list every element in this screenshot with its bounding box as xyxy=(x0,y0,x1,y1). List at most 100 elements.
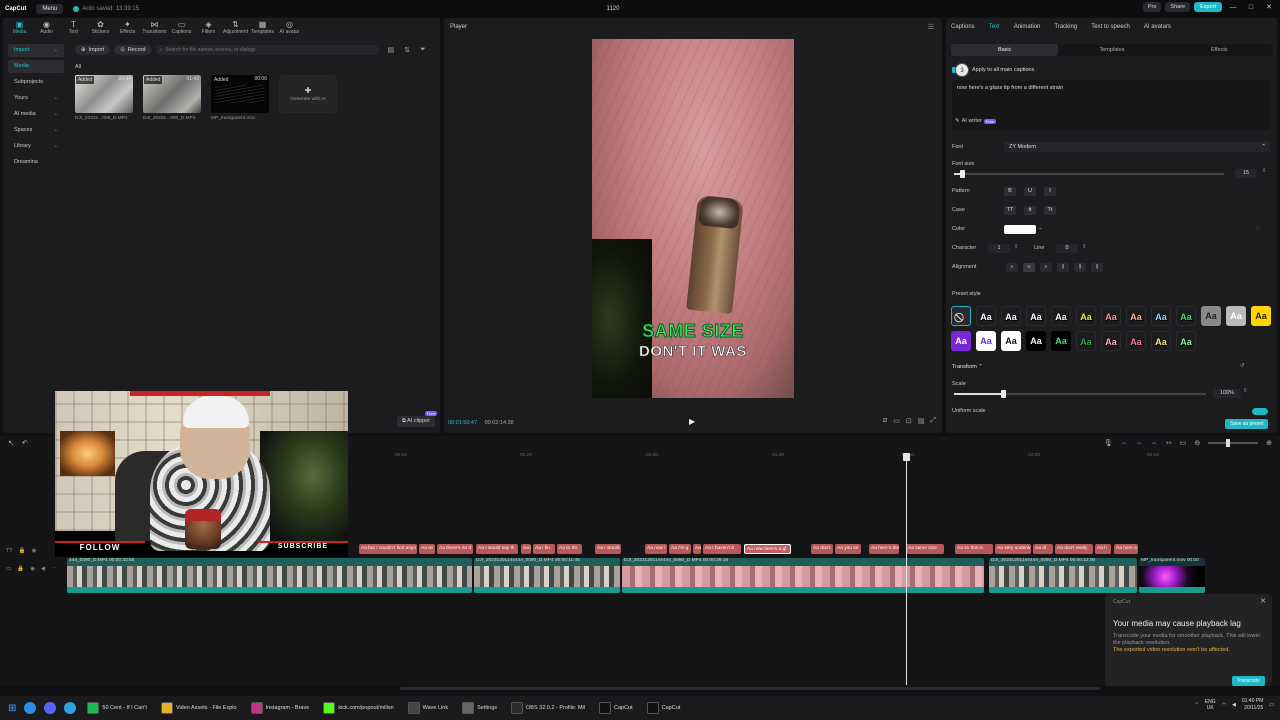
all-filter-label[interactable]: All xyxy=(75,64,81,70)
tab-effects[interactable]: ✦ Effects xyxy=(115,20,140,37)
align-top-icon[interactable]: ⫼ xyxy=(1057,263,1069,272)
search-input[interactable] xyxy=(165,47,366,53)
taskbar-app[interactable]: Settings xyxy=(459,702,500,714)
grid-view-icon[interactable]: ▤ xyxy=(388,46,395,54)
play-button[interactable]: ▶ xyxy=(689,417,695,426)
preset-style-item[interactable]: Aa xyxy=(1151,306,1171,326)
ai-writer-button[interactable]: ✎ AI writer Free xyxy=(955,118,997,124)
caption-clip[interactable]: Aa same size xyxy=(906,544,944,554)
scale-input[interactable]: 100% xyxy=(1213,389,1241,398)
caption-clip[interactable]: Aa don't xyxy=(811,544,833,554)
sidebar-item-import[interactable]: Import ⌄ xyxy=(8,44,64,57)
lock-icon[interactable]: 🔒 xyxy=(17,566,24,572)
preview-axis-icon[interactable]: ⇔ xyxy=(1151,440,1158,447)
tab-animation[interactable]: Animation xyxy=(1014,24,1041,30)
caption-text-field[interactable]: now here's a glass tip from a different … xyxy=(952,80,1270,130)
no-preset-button[interactable]: ⃠ xyxy=(951,306,971,326)
quality-icon[interactable]: ▤ xyxy=(918,417,925,425)
tab-audio[interactable]: ◉ Audio xyxy=(34,20,59,37)
lowercase-button[interactable]: tt xyxy=(1024,206,1036,215)
menu-button[interactable]: Menu xyxy=(36,3,64,14)
tab-transitions[interactable]: ⋈ Transitions xyxy=(142,20,167,37)
ratio-icon[interactable]: ▭ xyxy=(893,417,900,425)
select-tool-icon[interactable]: ↖ xyxy=(8,439,14,447)
undo-icon[interactable]: ↶ xyxy=(22,439,28,447)
preset-style-item[interactable]: Aa xyxy=(1001,306,1021,326)
caption-clip[interactable]: Aa very underw xyxy=(995,544,1031,554)
player-menu-icon[interactable]: ☰ xyxy=(928,23,934,31)
media-thumbnail[interactable]: Added 00:06 xyxy=(211,75,269,113)
subtab-effects[interactable]: Effects xyxy=(1166,44,1273,56)
ai-clipper-button[interactable]: ⧉ AI clipper Free xyxy=(397,411,438,427)
playhead[interactable] xyxy=(903,453,910,685)
video-clip[interactable]: 444_0090_D.MP4 00:00:33:55 xyxy=(67,558,472,593)
preset-style-item[interactable]: Aa xyxy=(1101,306,1121,326)
snap-icon[interactable]: ⇔ xyxy=(1136,440,1143,447)
notifications-icon[interactable]: ▭ xyxy=(1269,702,1274,708)
sidebar-item-spaces[interactable]: Spaces ⌄ xyxy=(8,124,64,137)
media-item[interactable]: Added 01:42 DJI_20231...090_D.MP4 xyxy=(143,75,201,121)
video-clip[interactable]: DJI_20231201144444_0090_D.MP4 00:00:12:0… xyxy=(989,558,1137,593)
caption-clip[interactable]: Aa here's the xyxy=(869,544,899,554)
caption-clip[interactable]: Aa now here's a gl xyxy=(744,544,791,554)
tab-captions[interactable]: Captions xyxy=(951,24,975,30)
discord-icon[interactable] xyxy=(44,702,57,714)
caption-clip[interactable]: Aa here a xyxy=(1114,544,1138,554)
sidebar-item-ai-media[interactable]: AI media ⌄ xyxy=(8,108,64,121)
filter-icon[interactable]: ⏷ xyxy=(420,46,426,54)
taskbar-app[interactable]: Wave Link xyxy=(405,702,451,714)
sidebar-item-subprojects[interactable]: Subprojects xyxy=(8,76,64,89)
sidebar-item-library[interactable]: Library ⌄ xyxy=(8,140,64,153)
caption-clip[interactable]: Aa i xyxy=(521,544,531,554)
taskbar-app[interactable]: CapCut xyxy=(644,702,684,714)
tab-adjustment[interactable]: ⇅ Adjustment xyxy=(223,20,248,37)
edge-icon[interactable] xyxy=(24,702,37,714)
audio-icon[interactable]: ◀ xyxy=(41,566,45,572)
media-thumbnail[interactable]: Added 01:42 xyxy=(143,75,201,113)
reset-icon[interactable]: ↺ xyxy=(1240,363,1245,369)
share-button[interactable]: Share xyxy=(1165,2,1191,12)
preset-style-item[interactable]: Aa xyxy=(951,331,971,351)
bold-button[interactable]: B xyxy=(1004,187,1016,196)
caption-clip[interactable]: Aa now i xyxy=(645,544,667,554)
language-indicator[interactable]: ENG UK xyxy=(1205,699,1216,711)
export-button[interactable]: Export xyxy=(1194,2,1222,12)
tab-ai-avatar[interactable]: ◎ AI avatar xyxy=(277,20,302,37)
font-select[interactable]: ZY Modern ⌃ xyxy=(1004,142,1270,152)
project-title[interactable]: 1120 xyxy=(600,6,626,12)
save-as-preset-button[interactable]: Save as preset xyxy=(1225,419,1269,429)
taskbar-app[interactable]: 50 Cent - If I Can't xyxy=(84,702,149,714)
sidebar-item-dreamina[interactable]: Dreamina xyxy=(8,156,64,169)
volume-icon[interactable]: ◀ xyxy=(1232,702,1236,708)
video-clip[interactable]: MP_transparent.mov 00:00 xyxy=(1139,558,1205,593)
preset-style-item[interactable]: Aa xyxy=(1026,331,1046,351)
scale-slider[interactable] xyxy=(954,390,1206,398)
more-icon[interactable]: ⋯ xyxy=(51,566,57,572)
tab-filters[interactable]: ◈ Filters xyxy=(196,20,221,37)
generate-with-ai-card[interactable]: ✚ Generate with AI xyxy=(279,75,337,113)
preset-style-item[interactable]: Aa xyxy=(1251,306,1271,326)
underline-button[interactable]: U xyxy=(1024,187,1036,196)
caption-line-2[interactable]: DON'T IT WAS xyxy=(592,343,794,361)
tab-tracking[interactable]: Tracking xyxy=(1054,24,1077,30)
caption-clip[interactable]: Aa you se xyxy=(835,544,861,554)
tab-text[interactable]: T Text xyxy=(61,20,86,37)
caption-clip[interactable]: Aa I would xyxy=(595,544,621,554)
caption-clip[interactable]: Aa but I couldn't find anyo xyxy=(359,544,417,554)
playhead-handle[interactable] xyxy=(903,453,910,461)
taskbar-app[interactable]: CapCut xyxy=(596,702,636,714)
caption-clip[interactable]: Aa wi xyxy=(419,544,435,554)
media-thumbnail[interactable]: Added 00:44 xyxy=(75,75,133,113)
stepper-icon[interactable]: ⇕ xyxy=(1014,244,1019,250)
video-clip[interactable]: DJI_20231201144444_0090_D.MP4 00:00:29:1… xyxy=(622,558,984,593)
sort-icon[interactable]: ⇅ xyxy=(404,46,410,54)
preset-style-item[interactable]: Aa xyxy=(1076,331,1096,351)
caption-clip[interactable]: Aa xyxy=(693,544,701,554)
chevron-down-icon[interactable]: ⌄ xyxy=(1038,225,1043,231)
caption-clip[interactable]: Aa I'm g xyxy=(669,544,691,554)
taskbar-app[interactable]: Instagram - Brave xyxy=(248,702,313,714)
close-icon[interactable]: ✕ xyxy=(1260,597,1266,605)
font-size-slider[interactable] xyxy=(954,170,1224,178)
tab-captions[interactable]: ▭ Captions xyxy=(169,20,194,37)
timeline-scrollbar[interactable] xyxy=(400,687,1100,690)
